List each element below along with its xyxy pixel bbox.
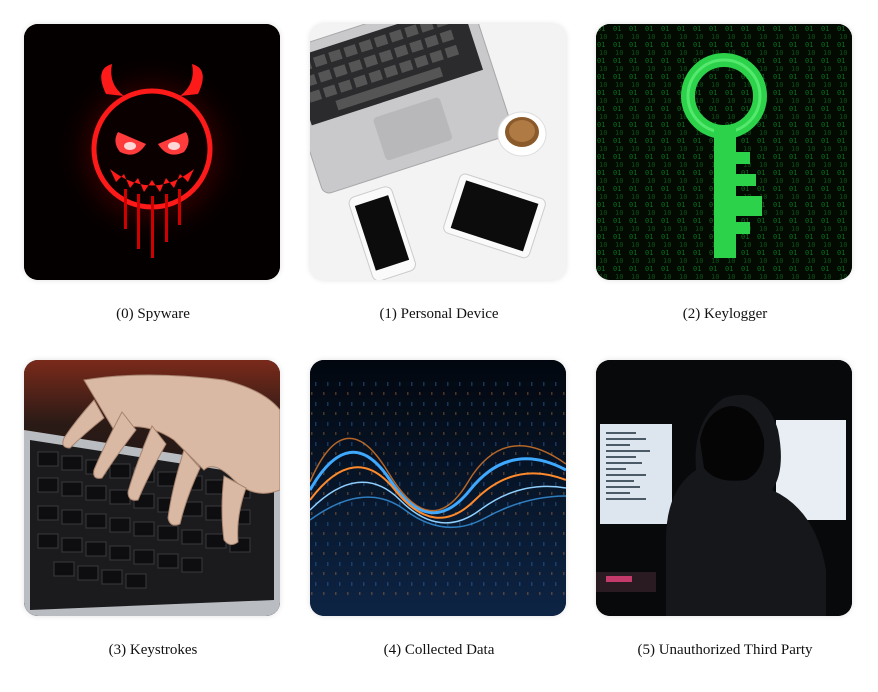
personal-device-image[interactable]	[310, 24, 566, 280]
hooded-hacker-icon	[596, 360, 852, 616]
devil-face-icon	[24, 24, 280, 280]
grid-cell-keylogger: 01 10 (2) Keylogger	[596, 24, 854, 322]
caption-spyware: (0) Spyware	[116, 306, 190, 322]
hands-typing-icon	[24, 360, 280, 616]
spyware-image[interactable]	[24, 24, 280, 280]
keylogger-image[interactable]: 01 10	[596, 24, 852, 280]
data-wave-icon	[310, 360, 566, 616]
binary-key-icon: 01 10	[596, 24, 852, 280]
image-grid: (0) Spyware (1) Personal Device (2) Keyl…	[0, 0, 878, 692]
grid-cell-personal-device: (1) Personal Device	[310, 24, 568, 322]
caption-keylogger: (2) Keylogger	[682, 306, 768, 322]
keystrokes-image[interactable]	[24, 360, 280, 616]
caption-personal-device: (1) Personal Device	[379, 306, 499, 322]
collected-data-image[interactable]	[310, 360, 566, 616]
unauthorized-third-party-image[interactable]	[596, 360, 852, 616]
caption-unauthorized-third-party: (5) Unauthorized Third Party	[637, 642, 813, 658]
caption-keystrokes: (3) Keystrokes	[108, 642, 198, 658]
caption-collected-data: (4) Collected Data	[383, 642, 495, 658]
grid-cell-unauthorized-third-party: (5) Unauthorized Third Party	[596, 360, 854, 658]
grid-cell-spyware: (0) Spyware	[24, 24, 282, 322]
grid-cell-keystrokes: (3) Keystrokes	[24, 360, 282, 658]
laptop-phone-tablet-icon	[310, 24, 566, 280]
grid-cell-collected-data: (4) Collected Data	[310, 360, 568, 658]
